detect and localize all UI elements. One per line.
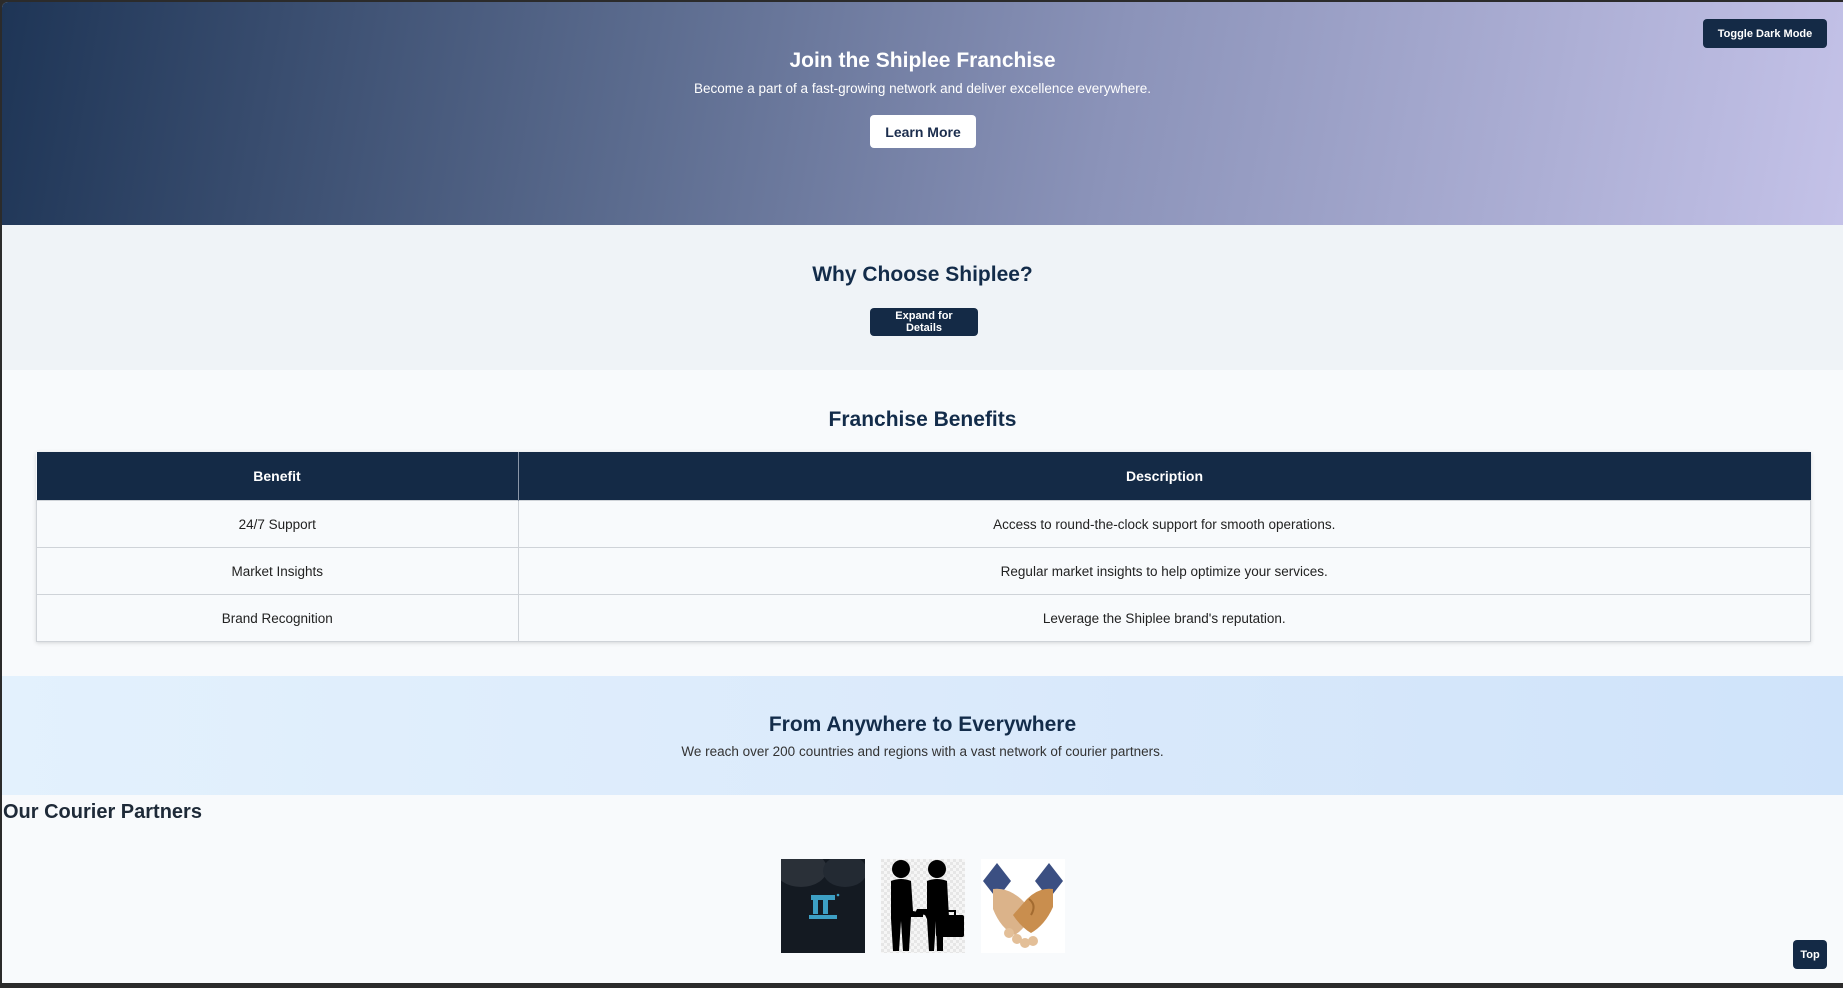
handshake-icon: [981, 859, 1065, 953]
why-title: Why Choose Shiplee?: [812, 263, 1033, 286]
coverage-title: From Anywhere to Everywhere: [768, 713, 1077, 736]
description-cell: Regular market insights to help optimize…: [517, 547, 1811, 595]
hero-subtitle: Become a part of a fast-growing network …: [694, 81, 1151, 96]
benefit-cell: Brand Recognition: [36, 594, 519, 642]
table-row: 24/7 Support Access to round-the-clock s…: [36, 500, 1811, 548]
benefit-cell: Market Insights: [36, 547, 519, 595]
expand-details-button[interactable]: Expand for Details: [870, 308, 978, 336]
partner-logo-handshake: [981, 859, 1065, 953]
benefits-table: Benefit Description 24/7 Support Access …: [36, 452, 1811, 642]
partners-title: Our Courier Partners: [3, 801, 202, 823]
partner-mark-icon: [781, 859, 865, 953]
business-handshake-icon: [881, 859, 965, 953]
coverage-section: From Anywhere to Everywhere We reach ove…: [2, 676, 1843, 795]
hero-section: Join the Shiplee Franchise Become a part…: [2, 2, 1843, 225]
table-row: Market Insights Regular market insights …: [36, 547, 1811, 595]
description-cell: Access to round-the-clock support for sm…: [517, 500, 1811, 548]
table-header-row: Benefit Description: [36, 452, 1811, 501]
partner-logo-business-handshake: [881, 859, 965, 953]
why-choose-section: Why Choose Shiplee? Expand for Details: [2, 225, 1843, 370]
page-viewport: Join the Shiplee Franchise Become a part…: [2, 2, 1843, 983]
column-header-description: Description: [518, 452, 1811, 501]
scroll-to-top-button[interactable]: Top: [1793, 940, 1827, 969]
benefit-cell: 24/7 Support: [36, 500, 519, 548]
benefits-title: Franchise Benefits: [828, 408, 1017, 431]
description-cell: Leverage the Shiplee brand's reputation.: [517, 594, 1811, 642]
toggle-dark-mode-button[interactable]: Toggle Dark Mode: [1703, 19, 1827, 48]
partner-logo-dark: [781, 859, 865, 953]
learn-more-button[interactable]: Learn More: [870, 115, 976, 148]
column-header-benefit: Benefit: [36, 452, 519, 501]
table-row: Brand Recognition Leverage the Shiplee b…: [36, 594, 1811, 642]
hero-title: Join the Shiplee Franchise: [789, 49, 1056, 72]
coverage-subtitle: We reach over 200 countries and regions …: [681, 744, 1164, 759]
